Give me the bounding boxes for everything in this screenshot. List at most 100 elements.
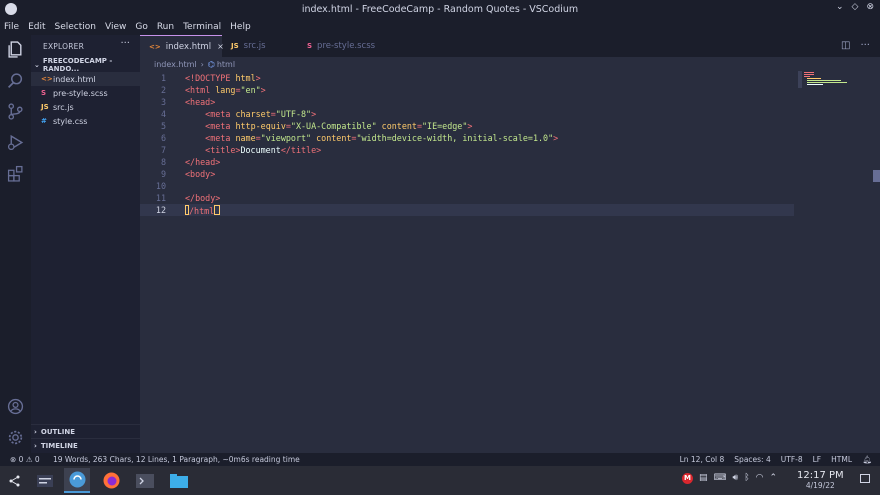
timeline-section[interactable]: › TIMELINE: [31, 438, 140, 452]
vscodium-taskbar-icon[interactable]: [64, 468, 90, 493]
language-mode[interactable]: HTML: [831, 455, 852, 464]
menu-help[interactable]: Help: [230, 22, 251, 32]
breadcrumb: index.html › ⌬ html: [140, 57, 880, 71]
indentation-status[interactable]: Spaces: 4: [734, 455, 770, 464]
outline-section[interactable]: › OUTLINE: [31, 424, 140, 438]
file-name: index.html: [53, 74, 96, 84]
tab-label: src.js: [243, 41, 266, 51]
firefox-icon[interactable]: [98, 468, 124, 493]
split-editor-icon[interactable]: ◫: [841, 40, 850, 51]
account-icon[interactable]: [7, 398, 24, 415]
tab-label: pre-style.scss: [317, 41, 376, 51]
menu-run[interactable]: Run: [157, 22, 174, 32]
explorer-icon[interactable]: [7, 41, 24, 58]
code-line: 11 </body>: [140, 192, 800, 204]
scss-file-icon: S: [41, 89, 47, 97]
line-number: 10: [155, 181, 166, 191]
tab-src-js[interactable]: JS src.js: [222, 35, 298, 57]
menu-view[interactable]: View: [105, 22, 126, 32]
line-number: 9: [160, 169, 166, 179]
settings-gear-icon[interactable]: [7, 429, 24, 446]
terminal-icon[interactable]: [132, 468, 158, 493]
tray-expand-icon[interactable]: ⌃: [769, 473, 777, 484]
html-file-icon: <>: [149, 42, 161, 51]
tab-index-html[interactable]: <> index.html ×: [140, 35, 224, 57]
code-line: 8 </head>: [140, 156, 800, 168]
code-text: </body>: [185, 193, 221, 203]
menu-edit[interactable]: Edit: [28, 22, 45, 32]
code-text: <!DOCTYPE html>: [185, 73, 261, 83]
more-actions-icon[interactable]: ···: [860, 40, 870, 51]
js-file-icon: JS: [231, 42, 239, 50]
source-control-icon[interactable]: [7, 103, 24, 120]
wifi-icon[interactable]: ◠: [756, 473, 764, 484]
extensions-icon[interactable]: [7, 165, 24, 182]
volume-icon[interactable]: 🔊︎: [733, 473, 739, 484]
code-line: 1 <!DOCTYPE html>: [140, 72, 800, 84]
search-icon[interactable]: [7, 72, 24, 89]
breadcrumb-node[interactable]: html: [217, 60, 235, 69]
menu-terminal[interactable]: Terminal: [183, 22, 221, 32]
line-number: 1: [160, 73, 166, 83]
outline-label: OUTLINE: [40, 427, 76, 436]
notifications-bell-icon[interactable]: 🔔︎: [862, 455, 872, 464]
system-tray: M ▤ ⌨ 🔊︎ ᛒ ◠ ⌃: [682, 473, 777, 484]
file-name: pre-style.scss: [53, 88, 108, 98]
html-file-icon: <>: [41, 75, 53, 83]
clipboard-icon[interactable]: ▤: [699, 473, 708, 484]
more-actions-icon[interactable]: ···: [120, 38, 130, 49]
file-item-pre-style-scss[interactable]: S pre-style.scss: [31, 86, 140, 100]
code-line: 6 <meta name="viewport" content="width=d…: [140, 132, 800, 144]
eol-status[interactable]: LF: [813, 455, 822, 464]
bluetooth-icon[interactable]: ᛒ: [744, 473, 749, 484]
scss-file-icon: S: [307, 42, 313, 50]
kde-app-icon[interactable]: [5, 3, 17, 15]
show-desktop-icon[interactable]: [860, 474, 870, 483]
clock-time: 12:17 PM: [797, 470, 844, 481]
keyboard-icon[interactable]: ⌨: [714, 473, 727, 484]
code-editor[interactable]: 1 <!DOCTYPE html> 2 <html lang="en"> 3 <hea…: [140, 71, 880, 453]
run-debug-icon[interactable]: [7, 134, 24, 151]
timeline-label: TIMELINE: [40, 441, 78, 450]
menu-go[interactable]: Go: [135, 22, 147, 32]
line-number: 12: [155, 205, 166, 215]
editor-actions: ◫ ···: [841, 40, 870, 51]
application-launcher-icon[interactable]: [2, 468, 28, 493]
status-bar: ⊗ 0 ⚠ 0 19 Words, 263 Chars, 12 Lines, 1…: [0, 453, 880, 466]
code-text: /html: [185, 204, 221, 216]
activity-bar: [0, 35, 31, 453]
tab-pre-style-scss[interactable]: S pre-style.scss: [298, 35, 398, 57]
chevron-right-icon: ›: [200, 59, 204, 69]
line-number: 3: [160, 97, 166, 107]
keep-above-icon[interactable]: ◇: [852, 2, 859, 12]
menu-selection[interactable]: Selection: [55, 22, 96, 32]
minimize-icon[interactable]: ⌄: [836, 2, 844, 12]
code-text: <meta http-equiv="X-UA-Compatible" conte…: [205, 121, 473, 131]
code-text: <meta name="viewport" content="width=dev…: [205, 133, 559, 143]
menu-file[interactable]: File: [4, 22, 19, 32]
code-line: 7 <title>Document</title>: [140, 144, 800, 156]
file-manager-icon[interactable]: [166, 468, 192, 493]
encoding-status[interactable]: UTF-8: [781, 455, 803, 464]
line-number: 11: [155, 193, 166, 203]
code-line: 10: [140, 180, 800, 192]
tab-label: index.html: [165, 41, 212, 52]
file-item-style-css[interactable]: # style.css: [31, 114, 140, 128]
task-manager-icon[interactable]: [32, 468, 58, 493]
code-text: <body>: [185, 169, 216, 179]
editor-scrollbar[interactable]: [873, 170, 880, 182]
chevron-right-icon: ›: [34, 441, 37, 450]
breadcrumb-file[interactable]: index.html: [154, 60, 197, 69]
problems-indicator[interactable]: ⊗ 0 ⚠ 0: [10, 455, 40, 464]
window-title: index.html - FreeCodeCamp - Random Quote…: [301, 3, 579, 15]
line-number: 8: [160, 157, 166, 167]
cursor-position[interactable]: Ln 12, Col 8: [680, 455, 725, 464]
file-item-index-html[interactable]: <> index.html: [31, 72, 140, 86]
folder-name: FREECODECAMP - RANDO...: [42, 57, 113, 73]
folder-section[interactable]: ⌄ FREECODECAMP - RANDO...: [31, 57, 140, 73]
digital-clock[interactable]: 12:17 PM 4/19/22: [797, 470, 844, 490]
file-item-src-js[interactable]: JS src.js: [31, 100, 140, 114]
mega-sync-icon[interactable]: M: [682, 473, 693, 484]
close-window-icon[interactable]: ⊗: [866, 2, 874, 12]
minimap[interactable]: [798, 71, 868, 91]
